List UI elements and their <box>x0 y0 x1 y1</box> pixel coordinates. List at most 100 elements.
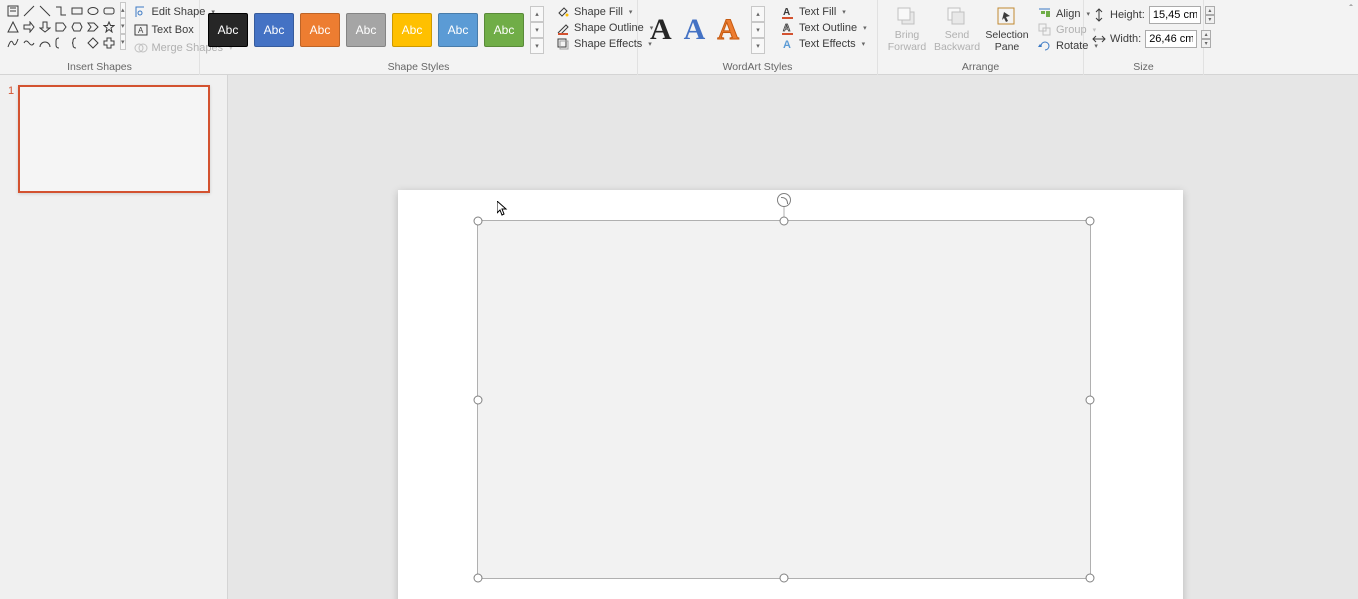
text-fill-button[interactable]: A Text Fill <box>779 4 869 20</box>
handle-ne[interactable] <box>1086 217 1095 226</box>
collapse-ribbon-button[interactable]: ˆ <box>1344 0 1358 74</box>
swatch-label: Abc <box>448 23 469 37</box>
shape-brace-icon[interactable] <box>70 36 84 50</box>
edit-shape-label: Edit Shape <box>152 6 206 18</box>
group-shape-styles: Abc Abc Abc Abc Abc Abc Abc ▴ ▾ ▾ Shape … <box>200 0 638 75</box>
scroll-down-icon[interactable]: ▾ <box>530 22 544 38</box>
width-row: Width: ▴▾ <box>1092 30 1215 48</box>
group-icon <box>1038 23 1052 37</box>
height-input[interactable] <box>1149 6 1201 24</box>
handle-e[interactable] <box>1086 395 1095 404</box>
slide-thumbnail-1[interactable]: 1 <box>8 85 219 193</box>
style-swatch-green[interactable]: Abc <box>484 13 524 47</box>
thumbnail-number: 1 <box>8 85 14 193</box>
shape-oval-icon[interactable] <box>86 4 100 18</box>
handle-s[interactable] <box>780 574 789 583</box>
shape-wave-icon[interactable] <box>22 36 36 50</box>
shape-triangle-icon[interactable] <box>6 20 20 34</box>
scroll-up-icon[interactable]: ▴ <box>530 6 544 22</box>
style-gallery-scroll[interactable]: ▴ ▾ ▾ <box>530 6 544 54</box>
text-outline-label: Text Outline <box>799 22 857 34</box>
scroll-up-icon[interactable]: ▴ <box>120 2 126 18</box>
scroll-up-icon[interactable]: ▴ <box>751 6 765 22</box>
selection-pane-icon <box>996 6 1018 28</box>
thumbnail-pane[interactable]: 1 <box>0 75 228 599</box>
bring-forward-label: Bring Forward <box>886 30 928 53</box>
style-swatch-lblue[interactable]: Abc <box>438 13 478 47</box>
svg-text:A: A <box>138 26 144 35</box>
shape-line2-icon[interactable] <box>38 4 52 18</box>
scroll-more-icon[interactable]: ▾ <box>530 38 544 54</box>
style-swatch-black[interactable]: Abc <box>208 13 248 47</box>
shape-outline-label: Shape Outline <box>574 22 644 34</box>
height-label: Height: <box>1110 9 1145 21</box>
shape-bracket-icon[interactable] <box>54 36 68 50</box>
style-swatch-blue[interactable]: Abc <box>254 13 294 47</box>
scroll-down-icon[interactable]: ▾ <box>751 22 765 38</box>
handle-se[interactable] <box>1086 574 1095 583</box>
text-outline-icon: A <box>781 21 795 35</box>
width-icon <box>1092 32 1106 46</box>
shape-arc-icon[interactable] <box>38 36 52 50</box>
shape-arrow-down-icon[interactable] <box>38 20 52 34</box>
handle-n[interactable] <box>780 217 789 226</box>
width-input[interactable] <box>1145 30 1197 48</box>
scroll-more-icon[interactable]: ▾ <box>120 34 126 50</box>
shape-style-gallery[interactable]: Abc Abc Abc Abc Abc Abc Abc ▴ ▾ ▾ <box>204 2 548 58</box>
shapes-gallery-scroll[interactable]: ▴ ▾ ▾ <box>120 2 126 50</box>
group-size: Height: ▴▾ Width: ▴▾ Size <box>1084 0 1204 75</box>
shape-rect-icon[interactable] <box>70 4 84 18</box>
swatch-label: Abc <box>218 23 239 37</box>
wordart-style-black[interactable]: A <box>650 13 672 47</box>
send-backward-label: Send Backward <box>934 30 980 53</box>
scroll-down-icon[interactable]: ▾ <box>120 18 126 34</box>
handle-w[interactable] <box>474 395 483 404</box>
shape-star-icon[interactable] <box>102 20 116 34</box>
shape-plus-icon[interactable] <box>102 36 116 50</box>
height-spinner[interactable]: ▴▾ <box>1205 6 1215 24</box>
shape-elbow-icon[interactable] <box>54 4 68 18</box>
slide-editor-area[interactable] <box>228 75 1358 599</box>
style-swatch-orange[interactable]: Abc <box>300 13 340 47</box>
width-spinner[interactable]: ▴▾ <box>1201 30 1211 48</box>
wordart-style-orange[interactable]: A <box>717 13 739 47</box>
paint-bucket-icon <box>556 5 570 19</box>
shapes-gallery[interactable] <box>4 2 118 52</box>
height-row: Height: ▴▾ <box>1092 6 1215 24</box>
shape-hexagon-icon[interactable] <box>70 20 84 34</box>
text-outline-button[interactable]: A Text Outline <box>779 20 869 36</box>
thumbnail-preview[interactable] <box>18 85 210 193</box>
shape-curve-icon[interactable] <box>6 36 20 50</box>
selected-shape[interactable] <box>477 220 1091 579</box>
mouse-cursor-icon <box>497 201 509 217</box>
shape-diamond-icon[interactable] <box>86 36 100 50</box>
group-label: Group <box>1056 24 1087 36</box>
style-swatch-gold[interactable]: Abc <box>392 13 432 47</box>
handle-sw[interactable] <box>474 574 483 583</box>
selection-pane-button[interactable]: Selection Pane <box>984 4 1030 55</box>
group-arrange: Bring Forward Send Backward Selection Pa… <box>878 0 1084 75</box>
wordart-gallery[interactable]: A A A ▴ ▾ ▾ <box>642 2 773 58</box>
ribbon: ▴ ▾ ▾ Edit Shape A Text Box Merge Shapes <box>0 0 1358 75</box>
text-fill-icon: A <box>781 5 795 19</box>
wordart-style-blue[interactable]: A <box>684 13 706 47</box>
slide-canvas[interactable] <box>398 190 1183 599</box>
text-effects-button[interactable]: A Text Effects <box>779 36 869 52</box>
rotate-handle[interactable] <box>777 193 791 207</box>
wordart-gallery-scroll[interactable]: ▴ ▾ ▾ <box>751 6 765 54</box>
shape-pentagon-icon[interactable] <box>54 20 68 34</box>
shape-chevron-icon[interactable] <box>86 20 100 34</box>
style-swatch-gray[interactable]: Abc <box>346 13 386 47</box>
group-title-size: Size <box>1088 61 1199 75</box>
merge-shapes-icon <box>134 41 148 55</box>
handle-nw[interactable] <box>474 217 483 226</box>
send-backward-icon <box>946 6 968 28</box>
shape-line-icon[interactable] <box>22 4 36 18</box>
height-icon <box>1092 8 1106 22</box>
shape-textbox-icon[interactable] <box>6 4 20 18</box>
scroll-more-icon[interactable]: ▾ <box>751 38 765 54</box>
group-title-wordart: WordArt Styles <box>642 61 873 75</box>
svg-text:A: A <box>783 23 790 34</box>
shape-roundrect-icon[interactable] <box>102 4 116 18</box>
shape-arrow-right-icon[interactable] <box>22 20 36 34</box>
